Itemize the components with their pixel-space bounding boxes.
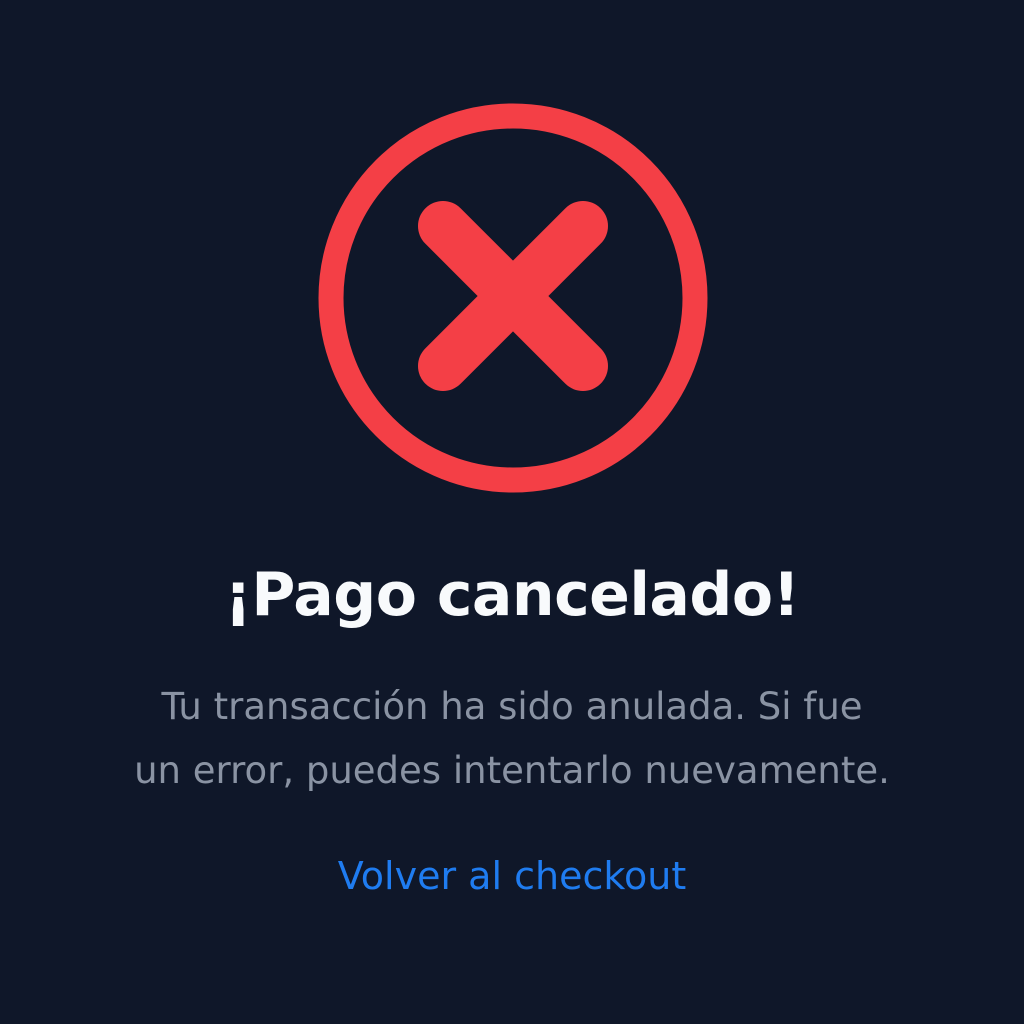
back-to-checkout-link[interactable]: Volver al checkout bbox=[0, 848, 1024, 904]
payment-cancelled-page: ¡Pago cancelado! Tu transacción ha sido … bbox=[0, 0, 1024, 1024]
cancel-x-circle-icon bbox=[318, 103, 708, 493]
page-title: ¡Pago cancelado! bbox=[224, 560, 800, 630]
cancellation-message: Tu transacción ha sido anulada. Si fue u… bbox=[112, 675, 912, 803]
cancellation-message-line-1: Tu transacción ha sido anulada. Si fue bbox=[161, 685, 863, 728]
cancellation-message-line-2: un error, puedes intentarlo nuevamente. bbox=[134, 749, 890, 792]
